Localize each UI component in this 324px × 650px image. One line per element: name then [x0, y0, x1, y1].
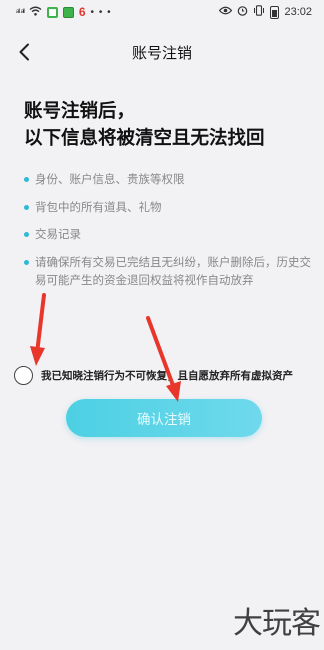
eye-icon	[219, 6, 233, 18]
more-notifications-icon: • • •	[90, 6, 112, 18]
battery-icon	[270, 5, 280, 19]
back-button[interactable]	[8, 36, 40, 68]
list-item-text: 交易记录	[35, 227, 81, 241]
list-item-text: 背包中的所有道具、礼物	[35, 199, 162, 214]
agreement-text: 我已知晓注销行为不可恢复，且自愿放弃所有虚拟资产	[41, 369, 293, 382]
chevron-left-icon	[19, 43, 29, 61]
list-item: 请确保所有交易已完结且无纠纷，账户删除后，历史交易可能产生的资金退回权益将视作自…	[24, 253, 314, 290]
list-item-text: 请确保所有交易已完结且无纠纷，账户删除后，历史交易可能产生的资金退回权益将视作自…	[35, 254, 311, 288]
arrow-to-radio-icon	[30, 293, 46, 366]
watermark: 大玩客	[233, 606, 321, 641]
bullet-dot-icon	[24, 177, 29, 182]
headline-line-1: 账号注销后，	[24, 101, 136, 122]
agreement-radio[interactable]	[14, 365, 33, 385]
status-bar: ᵃˡˡ ᵃˡˡ 6 • • • 23:02	[0, 0, 324, 24]
wifi-icon	[29, 6, 42, 19]
vibrate-icon	[253, 5, 265, 19]
status-right: 23:02	[219, 5, 312, 19]
wechat-icon	[62, 6, 74, 18]
list-item-text: 身份、账户信息、贵族等权限	[35, 172, 185, 186]
headline: 账号注销后， 以下信息将被清空且无法找回	[24, 98, 314, 152]
confirm-cancel-account-button[interactable]: 确认注销	[66, 399, 262, 437]
signal-icon: ᵃˡˡ ᵃˡˡ	[16, 7, 25, 17]
arrow-to-button-icon	[146, 316, 181, 402]
cleared-info-list: 身份、账户信息、贵族等权限 背包中的所有道具、礼物 交易记录 请确保所有交易已完…	[24, 170, 314, 299]
status-time: 23:02	[284, 6, 312, 18]
bullet-dot-icon	[24, 204, 29, 210]
notification-count-badge: 6	[78, 5, 86, 19]
list-item: 交易记录	[24, 225, 314, 244]
nav-bar: 账号注销	[0, 32, 324, 72]
list-item: 身份、账户信息、贵族等权限	[24, 170, 314, 189]
list-item: 背包中的所有道具、礼物	[24, 198, 314, 217]
alarm-icon	[237, 5, 248, 19]
app-notification-icon	[46, 6, 58, 18]
status-left: ᵃˡˡ ᵃˡˡ 6 • • •	[16, 5, 112, 19]
agreement-row[interactable]: 我已知晓注销行为不可恢复，且自愿放弃所有虚拟资产	[14, 364, 320, 386]
page-title: 账号注销	[131, 43, 192, 62]
bullet-dot-icon	[24, 232, 29, 237]
bullet-dot-icon	[24, 259, 29, 265]
headline-line-2: 以下信息将被清空且无法找回	[24, 128, 265, 149]
